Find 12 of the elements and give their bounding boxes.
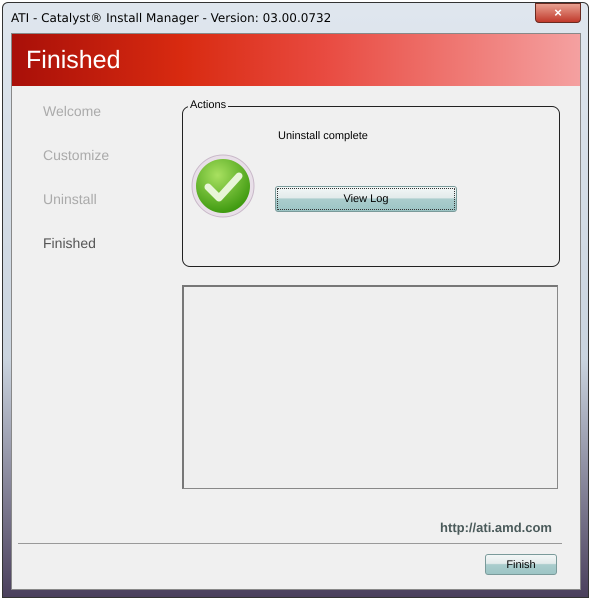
page-title: Finished	[26, 46, 120, 74]
window-title: ATI - Catalyst® Install Manager - Version: 03.00.0732	[11, 11, 332, 25]
step-item: Uninstall	[43, 190, 97, 208]
step-item: Welcome	[43, 102, 102, 120]
status-text: Uninstall complete	[278, 130, 369, 142]
checkmark-icon	[191, 154, 255, 218]
view-log-button[interactable]: View Log	[275, 186, 457, 212]
finish-button[interactable]: Finish	[485, 554, 557, 575]
website-link[interactable]: http://ati.amd.com	[440, 520, 552, 535]
step-item: Customize	[43, 146, 110, 164]
group-legend: Actions	[188, 99, 228, 111]
step-item: Finished	[43, 234, 96, 252]
